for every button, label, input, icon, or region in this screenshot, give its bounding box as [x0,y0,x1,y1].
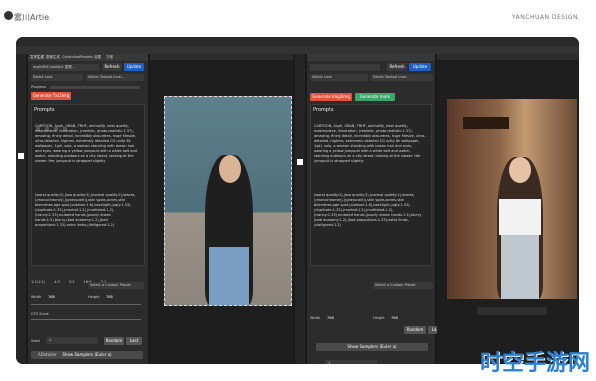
prompt-textarea[interactable]: CARTOON, Asph, OBAB, TRHF, animalify, be… [35,124,139,186]
ratio-option[interactable]: 4:3 [54,280,60,284]
studio-name: YANCHUAN DESIGN [511,14,578,21]
ratio-option[interactable]: 3:2 [69,280,75,284]
panel-tabs-2 [307,54,435,61]
sd-plugin-panel-img2img: Refresh Update Select Lora Select Textua… [307,54,435,364]
update-button-2[interactable]: Update [409,63,431,71]
negative-prompt-textarea-2[interactable]: (worst quality:2),(low quality:2),(norma… [314,193,426,229]
progress-bar [50,86,140,89]
sd-plugin-panel: 文字生成 图像生成 Controlnet Presets 设置 方程 majic… [28,54,148,364]
height-label: Height [88,295,100,299]
foreground-color-swatch[interactable] [18,153,24,159]
author-avatar [4,11,13,20]
negative-prompt-textarea[interactable]: (worst quality:2),(low quality:2),(norma… [35,193,139,229]
person-face [219,155,241,183]
sampler-preset-select-2[interactable]: Select a Custom Preset [373,282,433,289]
foreground-color-swatch-2[interactable] [297,159,303,165]
seed-input[interactable]: -1 [46,337,98,344]
progress-label: Progress [31,85,46,89]
lora-select[interactable]: Select Lora [31,74,83,81]
refresh-button-2[interactable]: Refresh [387,63,407,71]
panel-tabs: 文字生成 图像生成 Controlnet Presets 设置 方程 [28,54,148,61]
author-name: 雾川Artie [14,13,50,22]
model-select[interactable]: majicMIX realistic 麦橘... [31,64,99,71]
width-label: Width [31,295,42,299]
height-value[interactable]: 768 [106,295,113,299]
toolbar-left[interactable] [16,54,26,364]
seed-label: Seed [31,339,40,343]
tab-formula[interactable]: 方程 [106,55,113,60]
tab-presets[interactable]: Presets [80,55,93,59]
person-pants [501,235,539,299]
canvas-area-left [150,54,293,364]
prompt-textarea-2[interactable]: CARTOON, Asph, OBAB, TRHF, animalify, be… [314,124,426,186]
generate-txt2img-button[interactable]: Generate Txt2Img [31,92,71,100]
width-label-2: Width [310,316,321,320]
textual-inversion-select-2[interactable]: Select Textual Inve... [371,74,433,81]
watermark-logo: 时空手游网 [479,351,590,376]
sampler-preset-select[interactable]: Select a Custom Preset [88,282,144,289]
height-value-2[interactable]: 768 [391,316,398,320]
last-seed-button[interactable]: Last [126,337,142,345]
lora-select-2[interactable]: Select Lora [310,74,368,81]
document-tab[interactable] [150,54,293,60]
person-jeans [209,247,249,305]
canvas-area-right [437,54,579,364]
generate-more-button[interactable]: Generate more [355,93,395,101]
ratio-option[interactable]: 1:1(1:1) [31,280,45,284]
generate-img2img-button[interactable]: Generate Img2Img [310,93,352,101]
aspect-ratio-options[interactable]: 1:1(1:1) 4:3 3:2 16:9 3:4 [31,268,143,284]
options-bar [16,46,579,54]
width-value[interactable]: 768 [48,295,55,299]
textual-inversion-select[interactable]: Select Textual Inve... [86,74,144,81]
person-face-2 [509,157,531,183]
tab-settings[interactable]: 设置 [94,55,101,60]
seed-input-2[interactable]: -1 [325,360,377,364]
cfg-slider[interactable] [31,319,141,320]
update-button[interactable]: Update [124,63,144,71]
show-samplers-button-2[interactable]: Show Samplers (Euler a) [316,343,428,351]
background-sign [463,117,509,129]
person-white-top [499,199,541,235]
portrait-photo-canvas[interactable] [164,96,292,306]
size-slider[interactable] [31,304,141,305]
generated-photo-canvas[interactable] [447,99,577,299]
refresh-button[interactable]: Refresh [102,63,122,71]
image-nav-controls[interactable] [477,307,547,315]
tab-controlnet[interactable]: Controlnet [62,55,80,59]
menu-bar: 文件编辑图像图层文字选择滤镜3D视图增效工具窗口帮助 [16,37,579,53]
prompts-title: Prompts [34,107,55,113]
cfg-scale-label: CFG Scale [31,312,49,316]
width-value-2[interactable]: 768 [327,316,334,320]
prompts-box-2: Prompts CARTOON, Asph, OBAB, TRHF, anima… [310,104,432,266]
photoshop-window: 文件编辑图像图层文字选择滤镜3D视图增效工具窗口帮助 文字生成 图像生成 Con… [16,37,579,364]
height-label-2: Height [373,316,385,320]
random-seed-button[interactable]: Random [104,337,124,345]
tab-img2img[interactable]: 图像生成 [46,55,60,60]
prompts-box: Prompts CARTOON, Asph, OBAB, TRHF, anima… [31,104,145,266]
document-tab-2[interactable] [437,54,579,60]
model-select-2[interactable] [310,64,380,71]
tab-txt2img[interactable]: 文字生成 [30,55,44,60]
prompts-title-2: Prompts [313,107,334,113]
prompt-tabs[interactable] [36,116,96,131]
adetailer-label[interactable]: ADetailer [38,352,57,357]
toolbar-right[interactable] [295,54,305,364]
random-seed-button-2[interactable]: Random [404,326,426,334]
